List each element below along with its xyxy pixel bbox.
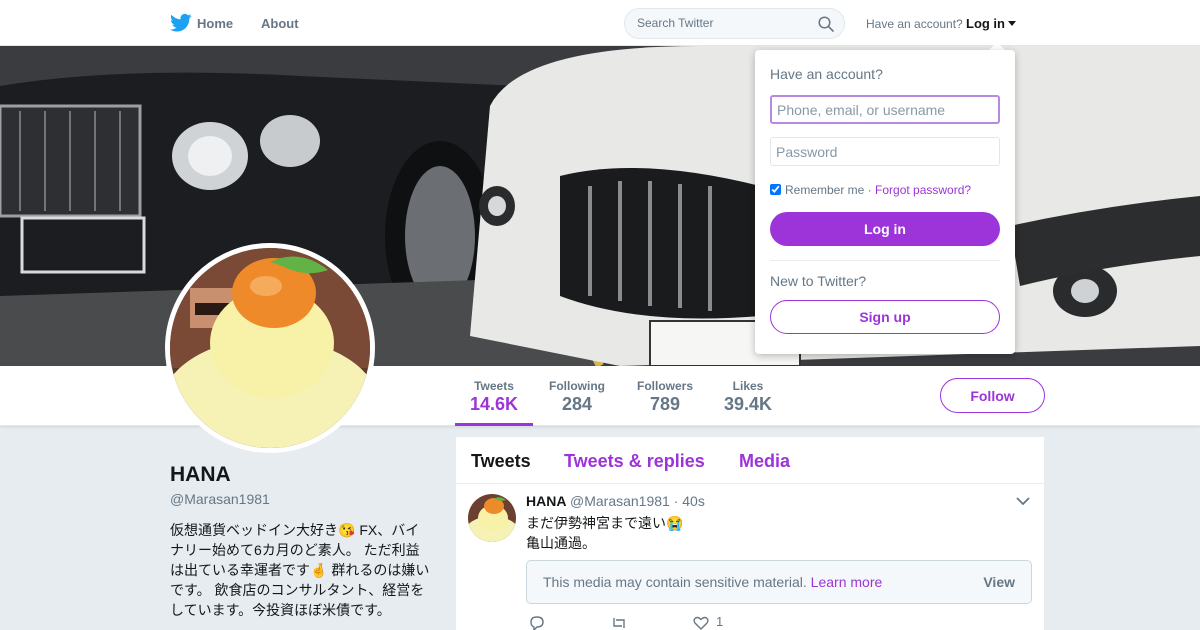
- stat-tweets-value: 14.6K: [469, 394, 519, 414]
- profile-bio: 仮想通貨ベッドイン大好き😘 FX、バイナリー始めて6カ月のど素人。 ただ利益は出…: [170, 522, 430, 618]
- sensitive-message: This media may contain sensitive materia…: [543, 574, 882, 590]
- chevron-down-icon[interactable]: [1016, 496, 1030, 506]
- tweet-text: まだ伊勢神宮まで遠い😭 亀山通過。: [526, 513, 1006, 553]
- stat-following-value: 284: [561, 394, 593, 414]
- twitter-bird-icon[interactable]: [170, 13, 192, 33]
- top-navigation: Home About Have an account? Log in: [0, 0, 1200, 46]
- divider: [770, 260, 1000, 261]
- timeline: Tweets Tweets & replies Media HANA @Mara…: [456, 437, 1044, 630]
- like-count: 1: [716, 614, 724, 629]
- nav-about-link[interactable]: About: [261, 16, 299, 31]
- stat-followers[interactable]: Followers 789: [631, 366, 699, 426]
- stat-likes[interactable]: Likes 39.4K: [719, 366, 777, 426]
- tweet-text-line: 亀山通過。: [526, 535, 596, 551]
- forgot-password-link[interactable]: Forgot password?: [875, 183, 971, 197]
- stat-following[interactable]: Following 284: [543, 366, 611, 426]
- reply-icon[interactable]: [528, 614, 546, 630]
- dropdown-title: Have an account?: [770, 66, 883, 82]
- tweet-author-name[interactable]: HANA: [526, 493, 566, 509]
- tweet-text-line: まだ伊勢神宮まで遠い😭: [526, 515, 684, 531]
- view-media-button[interactable]: View: [983, 574, 1015, 590]
- password-field[interactable]: [770, 137, 1000, 166]
- have-account-text: Have an account?: [866, 17, 963, 31]
- tweet-avatar[interactable]: [468, 494, 516, 542]
- signup-button[interactable]: Sign up: [770, 300, 1000, 334]
- sensitive-message-text: This media may contain sensitive materia…: [543, 574, 807, 590]
- stat-tweets-label: Tweets: [474, 379, 514, 393]
- tweet-author-handle[interactable]: @Marasan1981 · 40s: [570, 493, 705, 509]
- stat-followers-value: 789: [649, 394, 681, 414]
- login-dropdown: Have an account? Remember me · Forgot pa…: [755, 50, 1015, 354]
- login-dropdown-toggle[interactable]: Log in: [966, 16, 1005, 31]
- sensitive-media-notice: This media may contain sensitive materia…: [526, 560, 1032, 604]
- learn-more-link[interactable]: Learn more: [811, 574, 883, 590]
- timeline-tabs: Tweets Tweets & replies Media: [456, 437, 1044, 484]
- stat-following-label: Following: [549, 379, 605, 393]
- avatar-image: [170, 248, 370, 448]
- search-input[interactable]: [637, 16, 807, 30]
- username-field[interactable]: [770, 95, 1000, 124]
- tweet-avatar-image: [468, 494, 516, 542]
- profile-avatar[interactable]: [165, 243, 375, 453]
- stat-followers-label: Followers: [636, 379, 693, 393]
- retweet-icon[interactable]: [610, 614, 628, 630]
- tweet[interactable]: HANA @Marasan1981 · 40s まだ伊勢神宮まで遠い😭 亀山通過…: [456, 484, 1044, 630]
- stat-tweets[interactable]: Tweets 14.6K: [455, 366, 533, 426]
- follow-button[interactable]: Follow: [940, 378, 1045, 413]
- nav-home-link[interactable]: Home: [197, 16, 233, 31]
- remember-me-checkbox[interactable]: [770, 184, 781, 195]
- profile-handle[interactable]: @Marasan1981: [170, 491, 270, 507]
- profile-name: HANA: [170, 463, 231, 486]
- new-to-twitter-text: New to Twitter?: [770, 273, 867, 289]
- tab-media[interactable]: Media: [739, 451, 790, 472]
- caret-down-icon[interactable]: [1008, 21, 1016, 26]
- stat-likes-label: Likes: [732, 379, 764, 393]
- tab-tweets[interactable]: Tweets: [471, 451, 531, 472]
- remember-me: Remember me · Forgot password?: [770, 183, 971, 197]
- heart-icon[interactable]: [692, 614, 710, 630]
- remember-me-label: Remember me ·: [785, 183, 872, 197]
- tweet-actions: 1: [526, 614, 826, 630]
- stat-likes-value: 39.4K: [723, 394, 773, 414]
- search-icon[interactable]: [818, 16, 834, 32]
- search-box: [624, 8, 845, 39]
- login-button[interactable]: Log in: [770, 212, 1000, 246]
- tab-tweets-replies[interactable]: Tweets & replies: [564, 451, 705, 472]
